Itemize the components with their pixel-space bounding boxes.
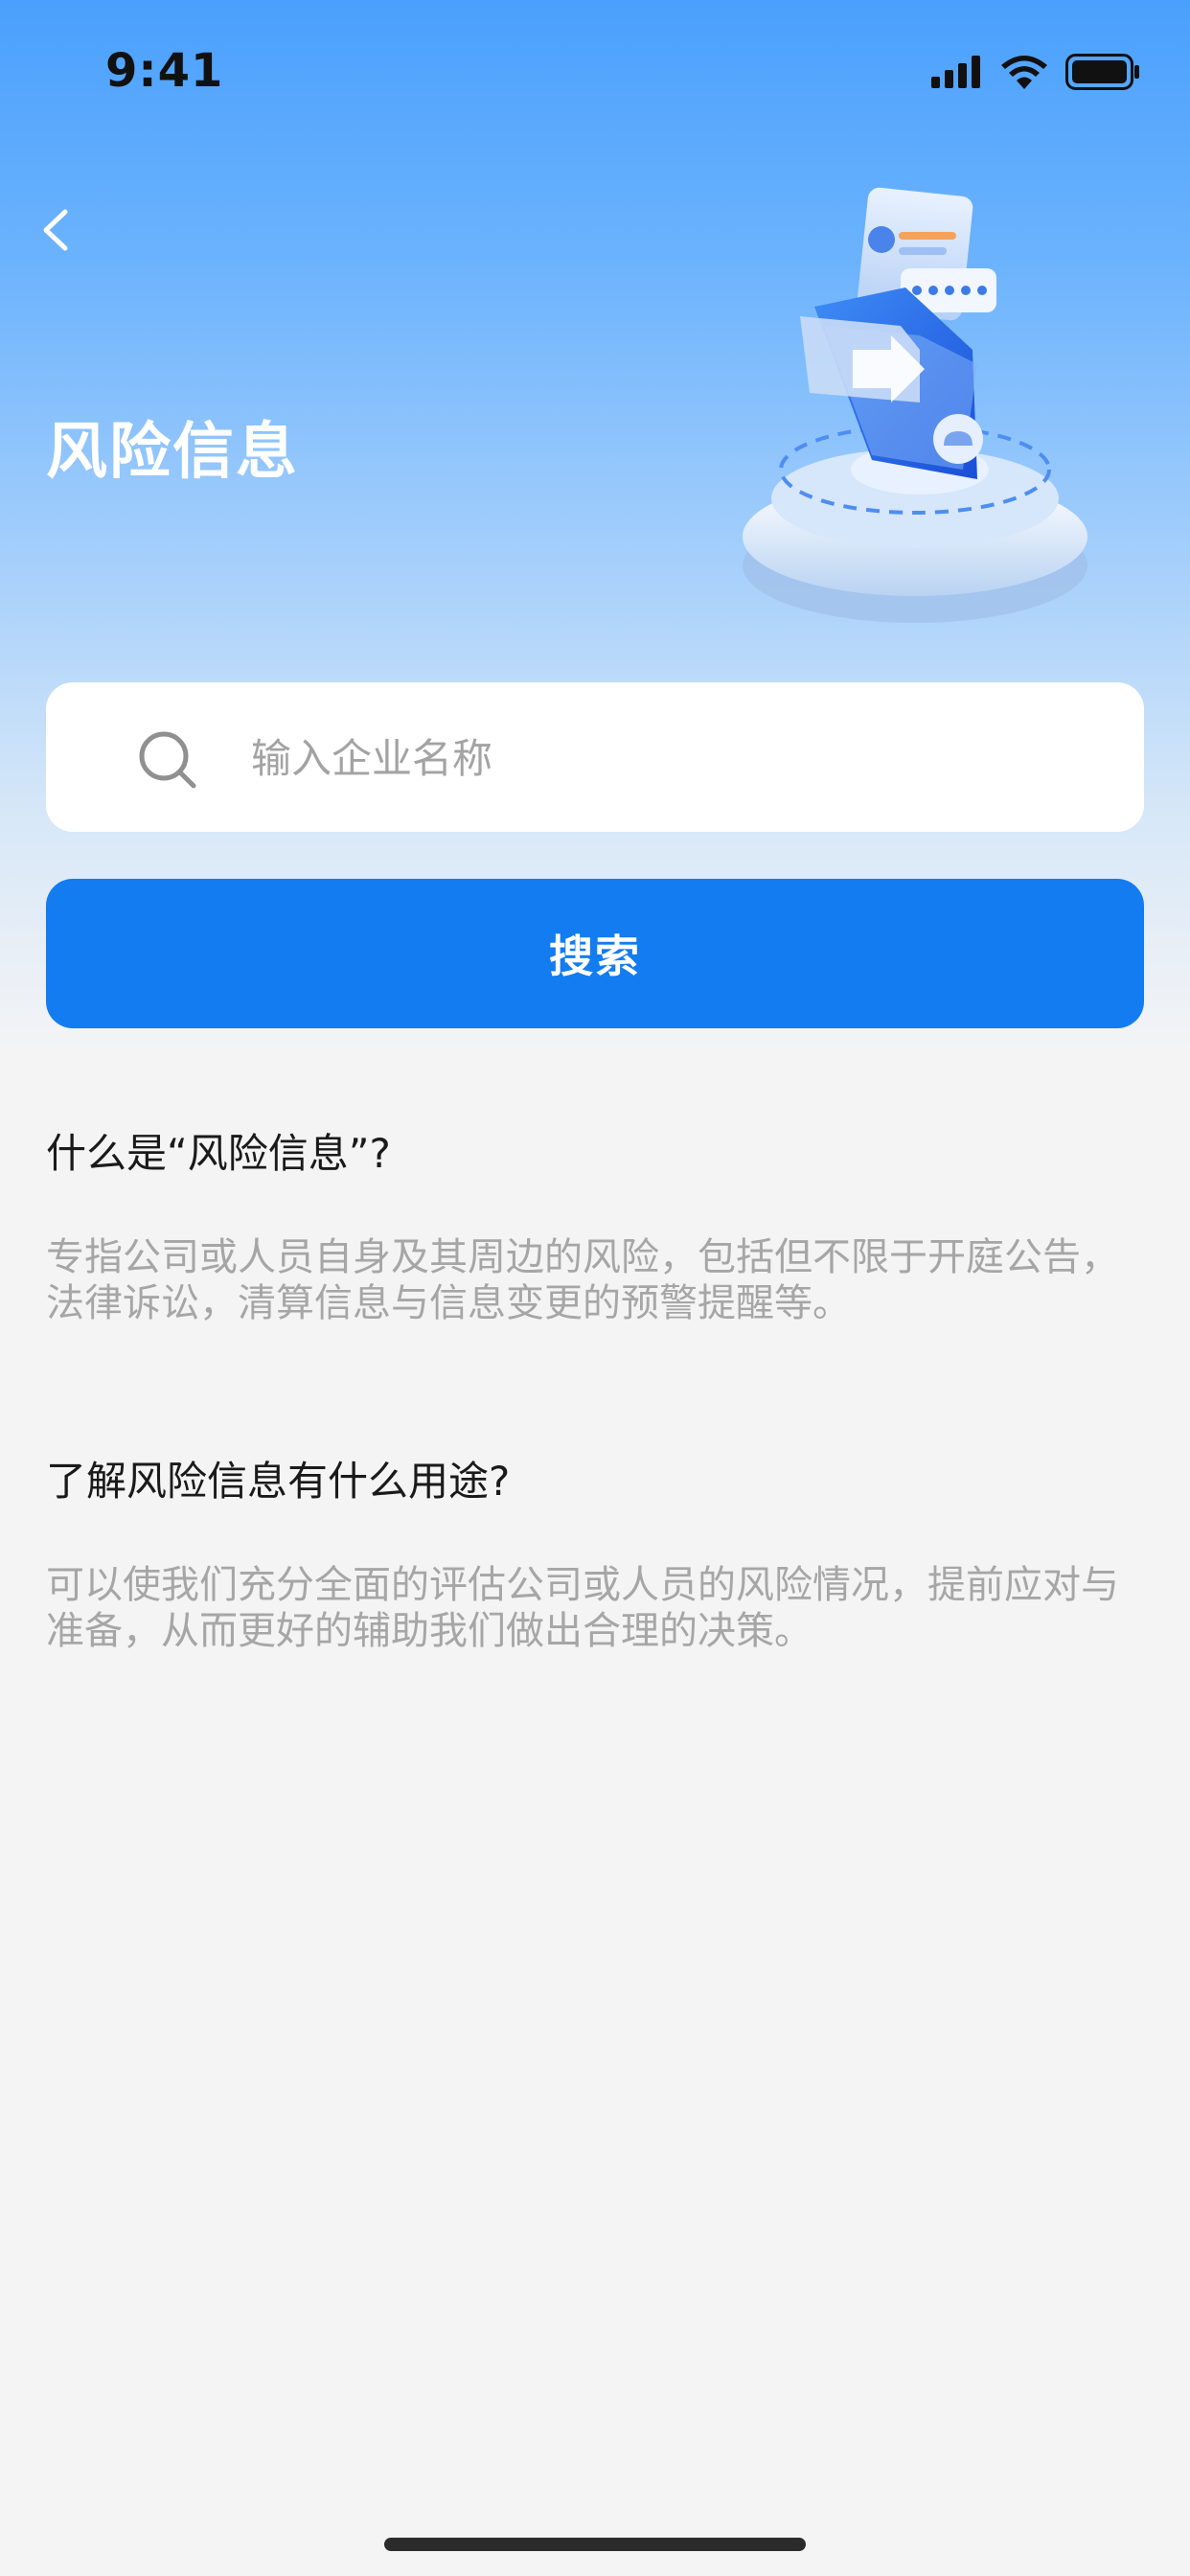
status-icons: [931, 54, 1140, 90]
risk-folder-illustration: [728, 182, 1111, 642]
faq-title-usage: 了解风险信息有什么用途?: [46, 1458, 511, 1505]
back-button[interactable]: [34, 196, 80, 264]
battery-icon: [1065, 54, 1139, 90]
page-title: 风险信息: [46, 417, 299, 488]
faq-body-usage: 可以使我们充分全面的评估公司或人员的风险情况，提前应对与准备，从而更好的辅助我们…: [46, 1563, 1119, 1653]
status-bar: 9:41: [0, 0, 1190, 144]
search-button[interactable]: 搜索: [46, 879, 1144, 1028]
search-box[interactable]: [46, 682, 1144, 832]
faq-body-what: 专指公司或人员自身及其周边的风险，包括但不限于开庭公告，法律诉讼，清算信息与信息…: [46, 1235, 1119, 1325]
home-indicator[interactable]: [384, 2538, 806, 2551]
search-icon: [139, 731, 196, 789]
chevron-left-icon: [43, 209, 68, 251]
status-time: 9:41: [105, 44, 224, 98]
faq-title-what: 什么是“风险信息”?: [46, 1130, 391, 1177]
wifi-icon: [1001, 56, 1047, 89]
signal-icon: [931, 56, 980, 88]
company-name-input[interactable]: [249, 717, 1096, 799]
